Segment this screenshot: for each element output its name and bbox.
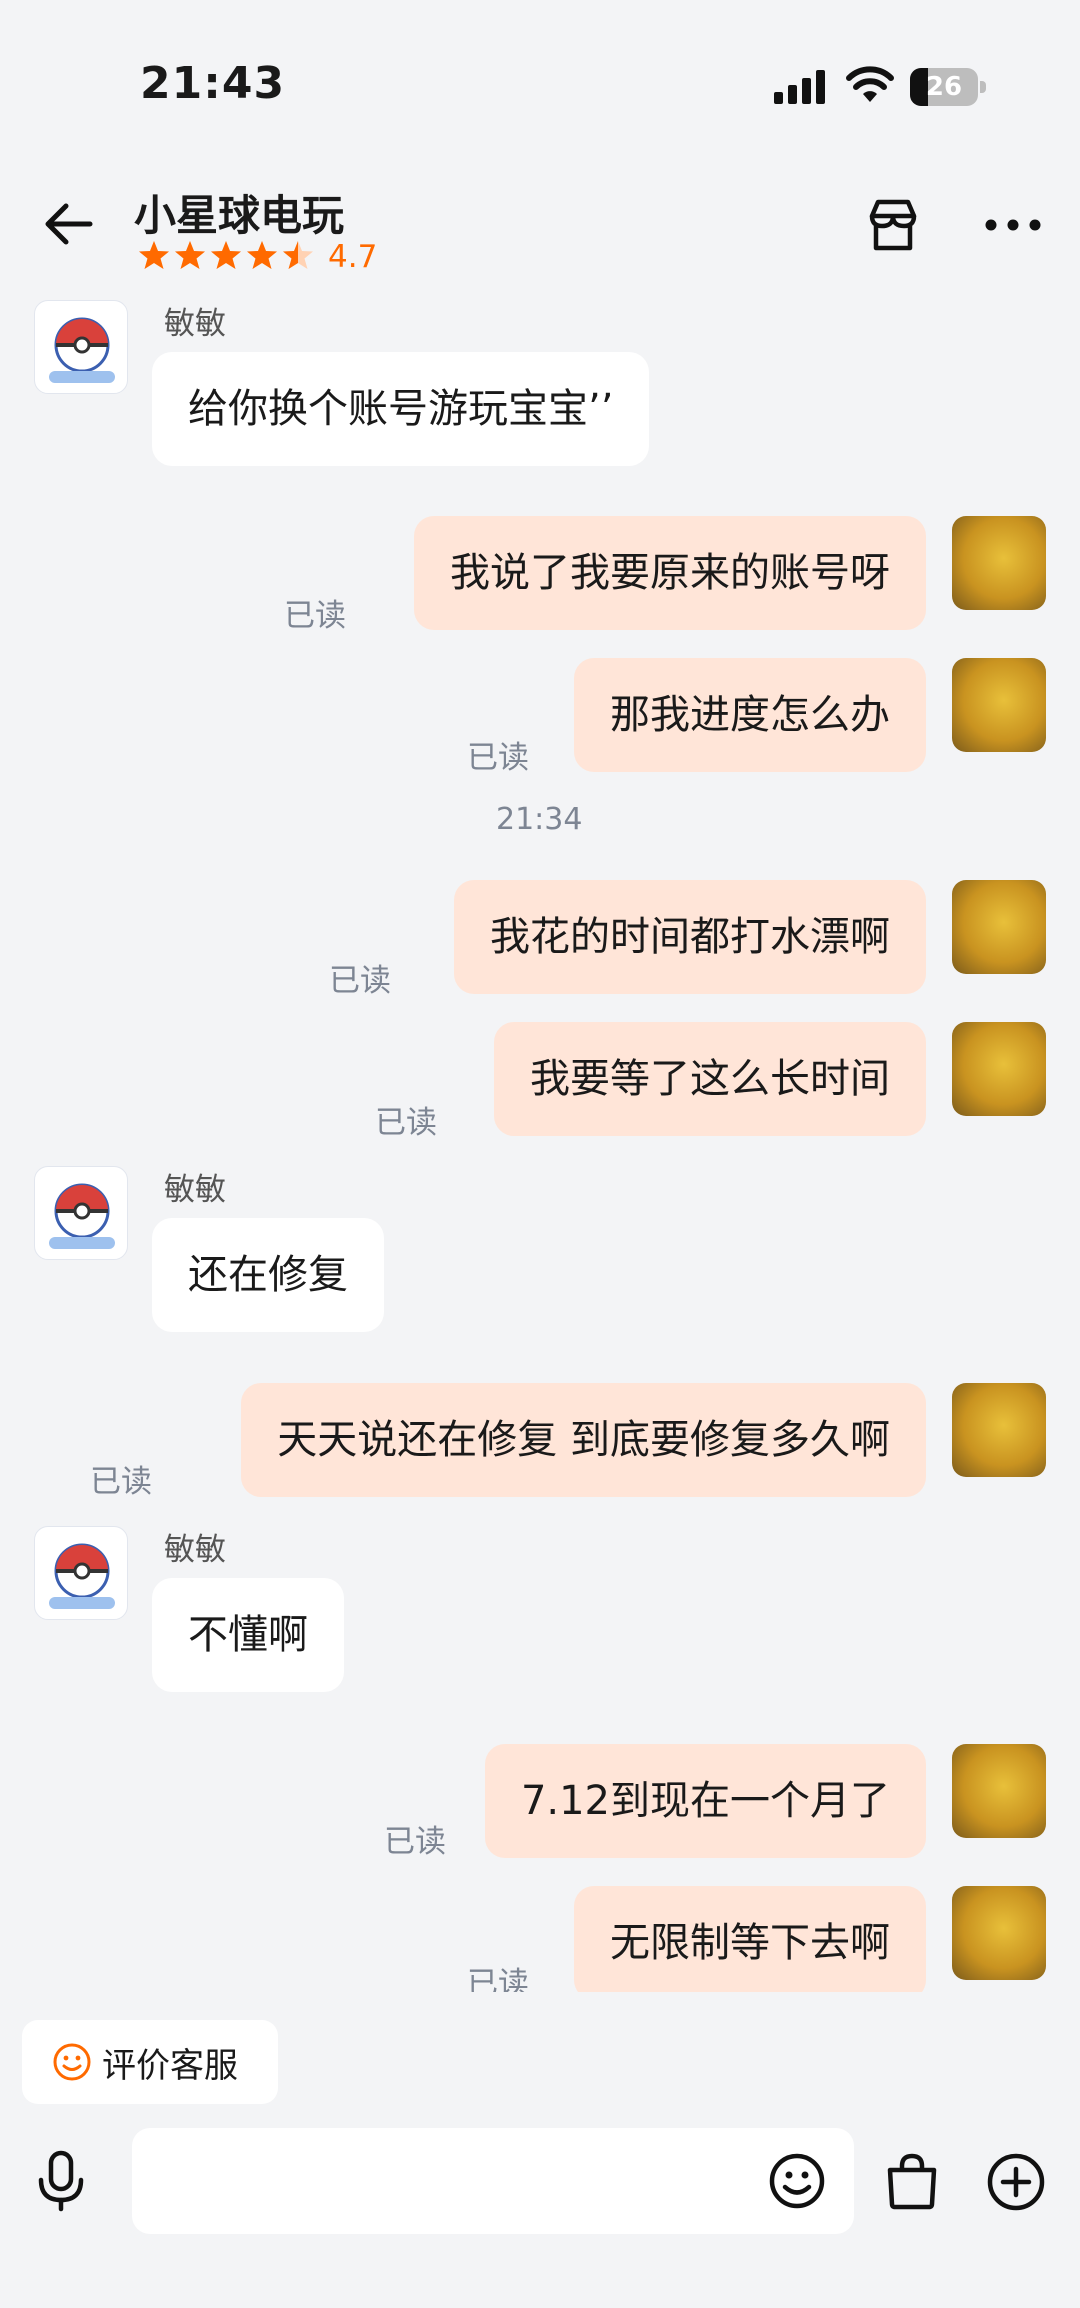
star-icon [283, 241, 313, 269]
shopping-bag-icon[interactable] [884, 2152, 940, 2210]
message-input[interactable] [132, 2128, 854, 2234]
message-list-clip: 已读 无限制等下去啊 [0, 1880, 1080, 1992]
message-bubble[interactable]: 无限制等下去啊 [574, 1886, 926, 1992]
agent-avatar[interactable] [34, 300, 128, 394]
message-bubble[interactable]: 7.12到现在一个月了 [484, 1744, 926, 1858]
star-icon [211, 241, 241, 269]
message-bubble[interactable]: 我说了我要原来的账号呀 [414, 516, 926, 630]
read-status: 已读 [329, 963, 391, 999]
pokeball-icon [49, 317, 115, 383]
message-bubble[interactable]: 那我进度怎么办 [574, 658, 926, 772]
message-bubble[interactable]: 给你换个账号游玩宝宝’’ [152, 352, 650, 466]
rating-stars [138, 239, 318, 275]
back-arrow-icon[interactable] [40, 196, 96, 252]
agent-avatar[interactable] [34, 1526, 128, 1620]
emoji-icon[interactable] [768, 2152, 826, 2210]
read-status: 已读 [90, 1464, 152, 1500]
plus-icon[interactable] [986, 2152, 1046, 2212]
rate-service-label: 评价客服 [102, 2045, 238, 2086]
user-avatar[interactable] [952, 1886, 1046, 1980]
message-bubble[interactable]: 不懂啊 [152, 1578, 344, 1692]
shop-title[interactable]: 小星球电玩 [134, 182, 344, 243]
star-icon [175, 241, 205, 269]
user-avatar[interactable] [952, 1022, 1046, 1116]
wifi-icon [846, 66, 894, 102]
status-time: 21:43 [140, 58, 286, 109]
read-status: 已读 [284, 598, 346, 634]
smile-icon [53, 2043, 91, 2081]
user-avatar[interactable] [952, 658, 1046, 752]
battery-icon: 26 [910, 68, 986, 106]
user-avatar[interactable] [952, 516, 1046, 610]
pokeball-icon [49, 1543, 115, 1609]
message-bubble[interactable]: 天天说还在修复 到底要修复多久啊 [241, 1383, 926, 1497]
read-status: 已读 [384, 1824, 446, 1860]
user-avatar[interactable] [952, 1744, 1046, 1838]
rating-value: 4.7 [328, 239, 378, 275]
timestamp: 21:34 [496, 802, 583, 837]
pokeball-icon [49, 1183, 115, 1249]
battery-level: 26 [925, 72, 963, 102]
sender-name: 敏敏 [164, 1172, 226, 1208]
user-avatar[interactable] [952, 880, 1046, 974]
read-status: 已读 [467, 1966, 529, 1992]
rate-service-button[interactable]: 评价客服 [22, 2020, 278, 2104]
signal-icon [774, 70, 825, 104]
star-icon [247, 241, 277, 269]
message-bubble[interactable]: 还在修复 [152, 1218, 384, 1332]
star-icon [139, 241, 169, 269]
agent-avatar[interactable] [34, 1166, 128, 1260]
store-icon[interactable] [864, 196, 922, 254]
read-status: 已读 [467, 740, 529, 776]
mic-icon[interactable] [36, 2150, 86, 2212]
read-status: 已读 [375, 1105, 437, 1141]
rating-row: 4.7 [138, 239, 378, 275]
sender-name: 敏敏 [164, 306, 226, 342]
more-icon[interactable] [984, 208, 1042, 242]
message-bubble[interactable]: 我要等了这么长时间 [494, 1022, 926, 1136]
user-avatar[interactable] [952, 1383, 1046, 1477]
sender-name: 敏敏 [164, 1532, 226, 1568]
message-bubble[interactable]: 我花的时间都打水漂啊 [454, 880, 926, 994]
